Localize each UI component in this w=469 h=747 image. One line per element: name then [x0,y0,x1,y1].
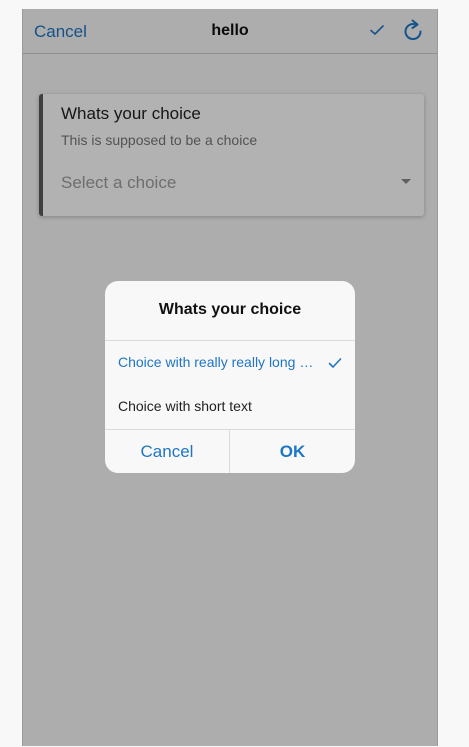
app-screen: Cancel hello Whats your choice This is s… [22,9,438,746]
dialog-ok-button[interactable]: OK [230,430,355,473]
choice-option-short[interactable]: Choice with short text [105,385,355,429]
choice-option-long[interactable]: Choice with really really long text [105,341,355,385]
dialog-title: Whats your choice [158,301,302,318]
selected-checkmark-icon [328,358,342,368]
choice-option-label: Choice with short text [118,398,252,414]
choice-option-label: Choice with really really long text [118,354,314,370]
dialog-cancel-button[interactable]: Cancel [105,430,230,473]
choice-dialog: Whats your choice Choice with really rea… [105,281,355,473]
